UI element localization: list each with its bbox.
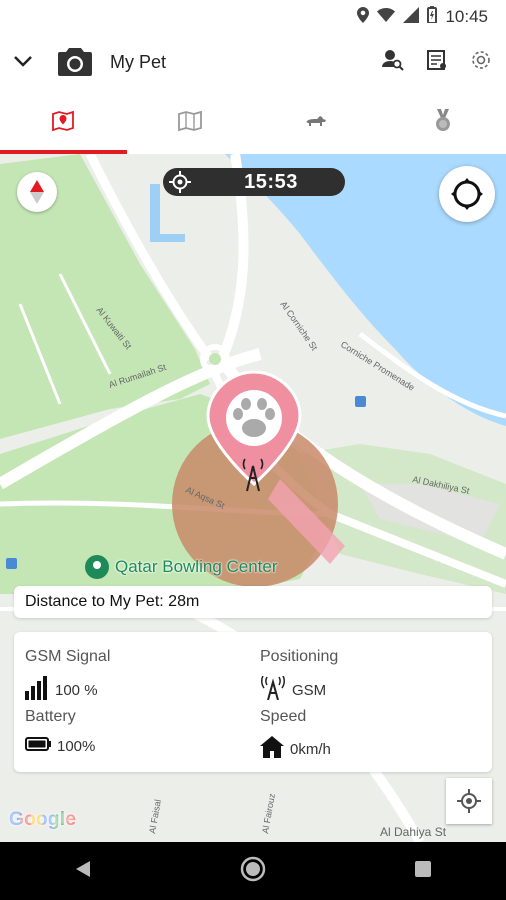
page-title: My Pet [110,51,167,72]
cell-signal-icon [403,6,420,28]
location-icon [357,6,370,28]
wifi-icon [377,7,396,27]
battery-value: 100% [57,737,96,755]
timer-text: 15:53 [244,170,298,193]
crosshair-icon [163,171,197,193]
home-icon [260,736,284,762]
my-location-button[interactable] [446,778,492,824]
recents-icon[interactable] [414,860,432,883]
gsm-signal-label: GSM Signal [25,648,111,665]
place-label: Qatar Bowling Center [115,557,278,576]
timer-pill: 15:53 [163,168,345,196]
google-logo: Google [9,809,76,831]
back-icon[interactable] [74,859,92,884]
compass-icon [30,180,44,204]
refresh-location-button[interactable] [439,166,495,222]
compass-button[interactable] [17,172,57,212]
speed-value: 0km/h [290,740,331,758]
person-search-icon[interactable] [382,49,404,76]
speed-cell: Speed 0km/h [260,708,331,762]
my-location-icon [457,789,481,813]
receipt-icon[interactable] [426,49,448,76]
app-bar: My Pet [0,32,506,92]
camera-icon[interactable] [52,48,98,76]
gsm-signal-cell: GSM Signal 100 % [25,648,110,704]
battery-label: Battery [25,708,76,725]
positioning-cell: Positioning GSM [260,648,338,704]
home-button-icon[interactable] [240,856,266,887]
svg-text:Al Dahiya St: Al Dahiya St [380,825,447,839]
chevron-down-icon[interactable] [0,55,46,69]
positioning-label: Positioning [260,648,339,665]
dog-icon [304,113,328,134]
gsm-signal-value: 100 % [55,681,98,699]
distance-card: Distance to My Pet: 28m [14,586,492,618]
device-info-card: GSM Signal 100 % Positioning GSM Battery… [14,632,492,772]
map-pin-icon [52,110,75,137]
tab-history-map[interactable] [127,92,254,154]
battery-full-icon [25,736,51,756]
google-logo-text: Google [9,809,77,830]
tab-bar [0,92,506,155]
status-bar: 10:45 [0,0,506,32]
sync-icon [451,178,483,210]
signal-bars-icon [25,676,49,704]
tab-map[interactable] [0,92,127,154]
battery-icon [427,6,438,28]
distance-text: Distance to My Pet: 28m [25,593,200,610]
speed-label: Speed [260,708,307,725]
tab-award[interactable] [380,92,506,154]
gear-icon[interactable] [470,49,492,76]
folded-map-icon [177,110,202,137]
positioning-value: GSM [292,681,327,699]
battery-cell: Battery 100% [25,708,95,756]
place-pin-icon [85,555,109,579]
place-marker[interactable]: Qatar Bowling Center [85,555,278,579]
system-navigation-bar [0,842,506,900]
cell-tower-icon [260,673,286,704]
status-time: 10:45 [445,7,488,26]
tab-pet[interactable] [253,92,380,154]
medal-icon [434,108,452,138]
